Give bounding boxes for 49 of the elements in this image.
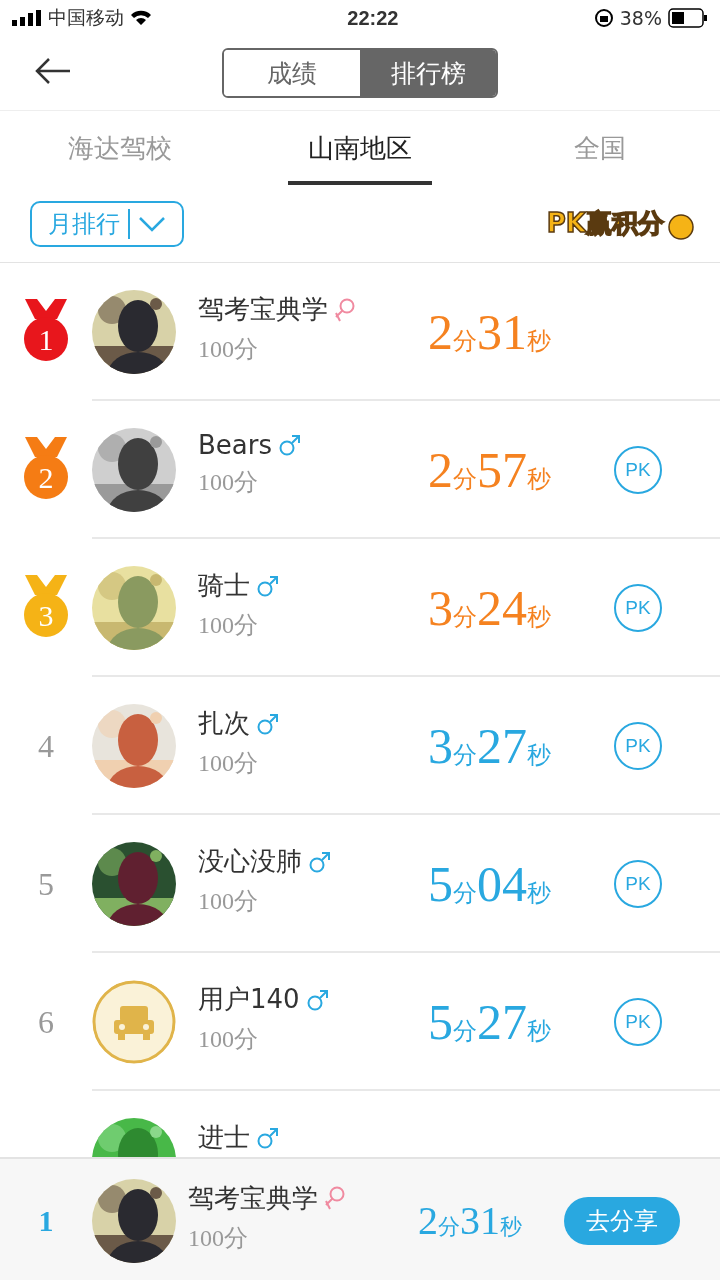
period-dropdown[interactable]: 月排行 (30, 200, 184, 247)
share-button[interactable]: 去分享 (564, 1196, 680, 1245)
rotation-lock-icon (593, 8, 614, 28)
time-text: 5分27秒 (428, 993, 552, 1051)
car-icon (92, 980, 176, 1064)
score-text: 100分 (188, 1223, 249, 1253)
pk-button[interactable]: PK (614, 860, 662, 908)
score-text: 100分 (198, 887, 259, 916)
coin-icon (668, 214, 694, 240)
time-text: 2分31秒 (428, 303, 552, 361)
clock: 22:22 (347, 6, 399, 30)
score-text: 100分 (198, 611, 259, 640)
pk-button[interactable]: PK (614, 446, 662, 494)
battery-percent: 38% (619, 7, 662, 29)
user-name: 没心没肺 (198, 845, 302, 878)
user-name: 用户140 (198, 983, 300, 1016)
pk-button[interactable]: PK (614, 998, 662, 1046)
time-text: 3分27秒 (428, 717, 552, 775)
user-name: 驾考宝典学 (198, 293, 328, 326)
user-name: Bears (198, 430, 272, 460)
region-tab[interactable]: 全国 (480, 111, 720, 185)
user-name: 骑士 (198, 569, 250, 602)
chevron-down-icon (138, 215, 166, 232)
rank-number: 6 (38, 1003, 54, 1041)
time-text: 2分57秒 (428, 441, 552, 499)
wifi-icon (130, 10, 152, 26)
pk-promo-banner[interactable]: PK赢积分 (528, 204, 698, 243)
pk-button[interactable]: PK (614, 584, 662, 632)
region-tab[interactable]: 海达驾校 (0, 111, 240, 185)
score-text: 100分 (198, 335, 259, 364)
user-name: 进士 (198, 1121, 250, 1154)
score-text: 100分 (198, 749, 259, 778)
score-text: 100分 (198, 468, 259, 497)
back-arrow-icon[interactable] (34, 56, 72, 86)
pk-button[interactable]: PK (614, 722, 662, 770)
score-text: 100分 (198, 1025, 259, 1054)
user-name: 扎次 (198, 707, 250, 740)
rank-number: 5 (38, 865, 54, 903)
region-tab[interactable]: 山南地区 (240, 111, 480, 185)
user-name: 驾考宝典学 (188, 1181, 318, 1215)
time-text: 5分04秒 (428, 855, 552, 913)
time-text: 2分31秒 (418, 1197, 523, 1244)
battery-icon (668, 8, 708, 28)
rank-number: 4 (38, 727, 54, 765)
segment-tab[interactable]: 排行榜 (360, 50, 496, 96)
time-text: 3分24秒 (428, 579, 552, 637)
my-rank-number: 1 (38, 1203, 54, 1238)
signal-icon (12, 10, 42, 26)
carrier-name: 中国移动 (48, 5, 124, 30)
